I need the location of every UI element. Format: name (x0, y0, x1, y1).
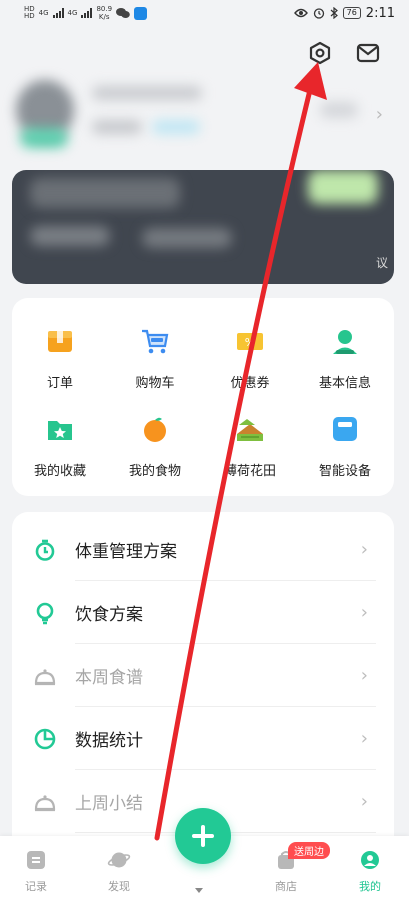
order-box-icon (45, 326, 75, 356)
profile-meta (320, 102, 358, 118)
menu-weekly-recipe[interactable]: 本周食谱 › (12, 644, 394, 707)
hexagon-gear-icon (309, 41, 331, 65)
smart-scale-icon (330, 414, 360, 444)
card-title-placeholder (30, 178, 180, 208)
battery-indicator: 76 (342, 7, 361, 19)
chevron-right-icon: › (360, 539, 368, 560)
tab-record[interactable]: 记录 (6, 848, 66, 894)
farm-field-icon (235, 414, 265, 444)
shortcut-favorites[interactable]: 我的收藏 (14, 386, 106, 479)
shortcut-my-food[interactable]: 我的食物 (109, 386, 201, 479)
shortcut-profile-info[interactable]: 基本信息 (299, 298, 391, 391)
cart-icon (140, 326, 170, 356)
menu-diet-plan[interactable]: 饮食方案 › (12, 581, 394, 644)
net-speed: 80.9 K/s (96, 5, 113, 21)
bulb-icon (32, 600, 58, 626)
record-icon (24, 848, 48, 872)
pie-chart-icon (32, 726, 58, 752)
tab-mine[interactable]: 我的 (340, 848, 400, 894)
message-button[interactable] (355, 40, 381, 66)
stopwatch-icon (32, 537, 58, 563)
profile-icon (358, 848, 382, 872)
tab-discover[interactable]: 发现 (89, 848, 149, 894)
user-tag (92, 120, 142, 134)
network-label: HD HD (24, 5, 35, 20)
menu-list: 体重管理方案 › 饮食方案 › 本周食谱 › 数据统计 › 上周小结 › (12, 512, 394, 852)
chevron-right-icon: › (360, 602, 368, 623)
app-notification-icon (134, 6, 148, 20)
network-gen-2: 4G (67, 8, 78, 17)
network-gen: 4G (38, 8, 49, 17)
caret-down-icon (195, 888, 203, 893)
food-cover-icon (32, 663, 58, 689)
card-value-placeholder (30, 226, 110, 246)
chevron-right-icon: › (360, 791, 368, 812)
orange-icon (140, 414, 170, 444)
shortcut-order[interactable]: 订单 (14, 298, 106, 391)
bluetooth-icon (330, 7, 338, 19)
wechat-icon (116, 8, 130, 18)
card-button-placeholder (308, 170, 378, 204)
username-placeholder (92, 86, 202, 100)
coupon-icon: % (235, 326, 265, 356)
menu-weight-plan[interactable]: 体重管理方案 › (12, 518, 394, 581)
profile-header[interactable] (0, 76, 409, 152)
user-icon (330, 326, 360, 356)
membership-card[interactable]: 议 (12, 170, 394, 284)
header-actions (307, 40, 381, 66)
card-edge-text: 议 (375, 256, 388, 270)
planet-icon (107, 848, 131, 872)
envelope-icon (356, 43, 380, 63)
status-left: HD HD 4G 4G 80.9 K/s (24, 5, 148, 21)
eye-icon (293, 8, 308, 18)
shortcut-coupon[interactable]: % 优惠券 (204, 298, 296, 391)
add-record-button[interactable] (175, 808, 231, 864)
status-bar: HD HD 4G 4G 80.9 K/s 76 2:11 (0, 0, 409, 26)
user-tag-2 (152, 120, 200, 134)
shortcut-cart[interactable]: 购物车 (109, 298, 201, 391)
folder-star-icon (45, 414, 75, 444)
shop-promo-badge: 送周边 (288, 842, 330, 859)
alarm-icon (313, 8, 324, 19)
status-right: 76 2:11 (293, 5, 395, 21)
shortcut-grid: 订单 购物车 % 优惠券 基本信息 我的收藏 我的食物 薄荷花田 智能设备 (12, 298, 394, 496)
signal-icon-2 (81, 8, 93, 18)
signal-icon (52, 8, 64, 18)
avatar-badge (20, 128, 68, 148)
svg-text:%: % (245, 336, 255, 349)
card-value-placeholder-2 (142, 228, 232, 248)
clock: 2:11 (365, 5, 395, 21)
plus-icon (192, 825, 214, 847)
chevron-right-icon: › (360, 665, 368, 686)
shortcut-mint-farm[interactable]: 薄荷花田 (204, 386, 296, 479)
shortcut-smart-device[interactable]: 智能设备 (299, 386, 391, 479)
menu-data-stats[interactable]: 数据统计 › (12, 707, 394, 770)
profile-chevron-icon: › (375, 104, 383, 125)
food-cover-icon (32, 789, 58, 815)
chevron-right-icon: › (360, 728, 368, 749)
settings-button[interactable] (307, 40, 333, 66)
